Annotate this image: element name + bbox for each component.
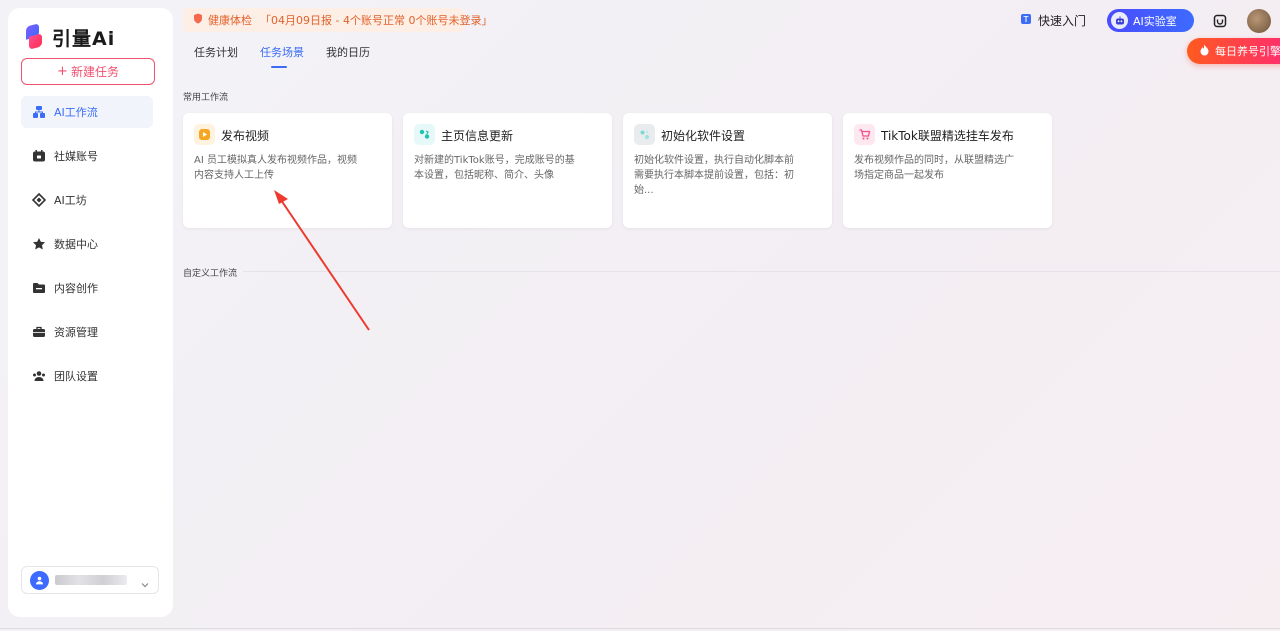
tab-task-plan[interactable]: 任务计划 — [194, 44, 238, 68]
user-avatar[interactable] — [1247, 9, 1271, 33]
calendar-icon — [32, 149, 46, 163]
briefcase-icon — [32, 325, 46, 339]
custom-workflows-heading: 自定义工作流 — [183, 269, 238, 279]
card-title: TikTok联盟精选挂车发布 — [881, 129, 1014, 143]
sidebar-item-ai-workshop[interactable]: AI工坊 — [21, 184, 153, 216]
sidebar-item-label: 社媒账号 — [54, 150, 98, 163]
window-bottom-border — [0, 628, 1280, 629]
shield-alert-icon — [193, 13, 203, 27]
card-description: AI 员工模拟真人发布视频作品，视频内容支持人工上传 — [194, 155, 357, 181]
sidebar-item-label: 资源管理 — [54, 326, 98, 339]
workflow-icon — [32, 105, 46, 119]
folder-icon — [32, 281, 46, 295]
card-title: 初始化软件设置 — [661, 129, 746, 143]
team-name-redacted — [55, 575, 127, 585]
data-center-icon — [32, 237, 46, 251]
book-icon — [1020, 13, 1032, 28]
sidebar-item-label: 团队设置 — [54, 370, 98, 383]
card-title: 发布视频 — [221, 129, 270, 143]
plus-icon: + — [57, 64, 68, 79]
daily-promo-label: 每日养号引擎 — [1215, 45, 1280, 58]
sidebar-item-label: 数据中心 — [54, 238, 98, 251]
health-check-banner[interactable]: 健康体检 「04月09日报 - 4个账号正常 0个账号未登录」 — [183, 8, 492, 32]
sidebar-item-team-settings[interactable]: 团队设置 — [21, 360, 153, 392]
team-avatar-icon — [30, 570, 49, 590]
team-switcher[interactable] — [21, 566, 159, 594]
card-description: 对新建的TikTok账号，完成账号的基本设置，包括昵称、简介、头像 — [414, 155, 575, 181]
team-icon — [32, 369, 46, 383]
sidebar-item-label: 内容创作 — [54, 282, 98, 295]
cart-icon — [854, 124, 875, 145]
notes-icon[interactable] — [1213, 13, 1227, 32]
section-divider — [243, 271, 1280, 272]
sidebar-item-social-accounts[interactable]: 社媒账号 — [21, 140, 153, 172]
new-task-label: 新建任务 — [70, 65, 119, 79]
workflow-card-tiktok-affiliate[interactable]: TikTok联盟精选挂车发布 发布视频作品的同时，从联盟精选广场指定商品一起发布 — [843, 113, 1052, 228]
card-description: 发布视频作品的同时，从联盟精选广场指定商品一起发布 — [854, 155, 1014, 181]
update-icon — [414, 124, 435, 145]
health-check-report: 「04月09日报 - 4个账号正常 0个账号未登录」 — [260, 14, 493, 27]
logo-mark-icon — [24, 23, 44, 50]
tab-my-calendar[interactable]: 我的日历 — [326, 44, 370, 68]
ai-workshop-icon — [32, 193, 46, 207]
quick-start-link[interactable]: 快速入门 — [1020, 12, 1086, 29]
card-description: 初始化软件设置，执行自动化脚本前需要执行本脚本提前设置，包括：初始... — [634, 155, 794, 196]
brand-name: 引量Ai — [52, 27, 116, 50]
settings-icon — [634, 124, 655, 145]
sidebar-item-data-center[interactable]: 数据中心 — [21, 228, 153, 260]
sidebar-item-label: AI工作流 — [54, 106, 98, 119]
sidebar-item-ai-workflow[interactable]: AI工作流 — [21, 96, 153, 128]
play-icon — [194, 124, 215, 145]
tab-task-scenarios[interactable]: 任务场景 — [260, 44, 304, 68]
common-workflows-heading: 常用工作流 — [183, 93, 229, 103]
workflow-card-profile-update[interactable]: 主页信息更新 对新建的TikTok账号，完成账号的基本设置，包括昵称、简介、头像 — [403, 113, 612, 228]
sidebar-nav: AI工作流 社媒账号 AI工坊 数据中心 内容创作 资源管理 团队设置 — [21, 96, 153, 404]
top-tabs: 任务计划 任务场景 我的日历 — [194, 44, 370, 68]
ai-lab-button[interactable]: AI实验室 — [1107, 9, 1194, 32]
new-task-button[interactable]: + 新建任务 — [21, 58, 155, 85]
health-check-label: 健康体检 — [208, 14, 252, 27]
card-title: 主页信息更新 — [441, 129, 514, 143]
ai-lab-label: AI实验室 — [1133, 14, 1177, 28]
sidebar: 引量Ai + 新建任务 AI工作流 社媒账号 AI工坊 数据中心 内容创作 资源… — [8, 8, 173, 617]
workflow-card-init-settings[interactable]: 初始化软件设置 初始化软件设置，执行自动化脚本前需要执行本脚本提前设置，包括：初… — [623, 113, 832, 228]
workflow-card-publish-video[interactable]: 发布视频 AI 员工模拟真人发布视频作品，视频内容支持人工上传 — [183, 113, 392, 228]
sidebar-item-label: AI工坊 — [54, 194, 87, 207]
quick-start-label: 快速入门 — [1038, 14, 1087, 28]
sidebar-item-resource-management[interactable]: 资源管理 — [21, 316, 153, 348]
daily-account-nurture-button[interactable]: 每日养号引擎 — [1187, 38, 1280, 64]
robot-icon — [1111, 12, 1128, 29]
sidebar-item-content-creation[interactable]: 内容创作 — [21, 272, 153, 304]
chevron-down-icon — [140, 575, 150, 594]
brand-logo[interactable]: 引量Ai — [24, 20, 115, 54]
flame-icon — [1199, 44, 1210, 59]
